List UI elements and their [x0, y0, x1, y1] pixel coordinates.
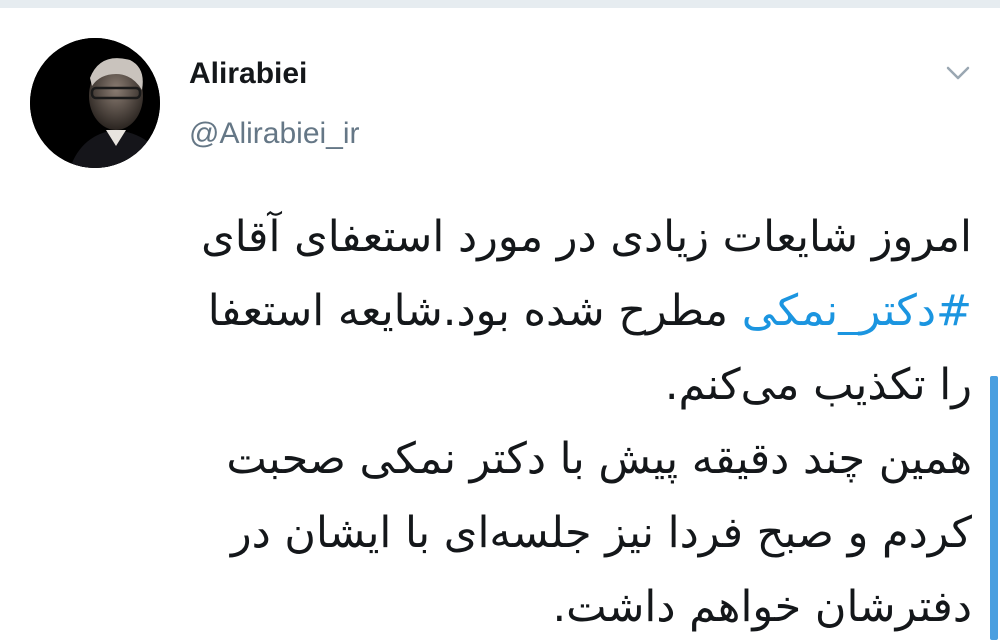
tweet-line: همین چند دقیقه پیش با دکتر نمکی صحبت: [226, 434, 972, 484]
author-name[interactable]: Alirabiei: [189, 56, 307, 92]
tweet-line: را تکذیب می‌کنم.: [664, 360, 972, 410]
author-handle[interactable]: @Alirabiei_ir: [189, 116, 360, 152]
tweet-line-text: مطرح شده بود.شایعه استعفا: [207, 286, 742, 336]
tweet-text: امروز شایعات زیادی در مورد استعفای آقای …: [110, 200, 972, 644]
hashtag-link[interactable]: #دکتر_نمکی: [742, 286, 972, 336]
tweet-line: امروز شایعات زیادی در مورد استعفای آقای: [201, 212, 972, 262]
scrollbar[interactable]: [990, 376, 998, 640]
chevron-down-icon[interactable]: [936, 58, 980, 88]
tweet-line: کردم و صبح فردا نیز جلسه‌ای با ایشان در: [230, 508, 972, 558]
avatar[interactable]: [30, 38, 160, 168]
top-divider: [0, 0, 1000, 8]
tweet-line: #دکتر_نمکی مطرح شده بود.شایعه استعفا: [110, 274, 972, 348]
tweet-line: دفترشان خواهم داشت.: [552, 582, 972, 632]
